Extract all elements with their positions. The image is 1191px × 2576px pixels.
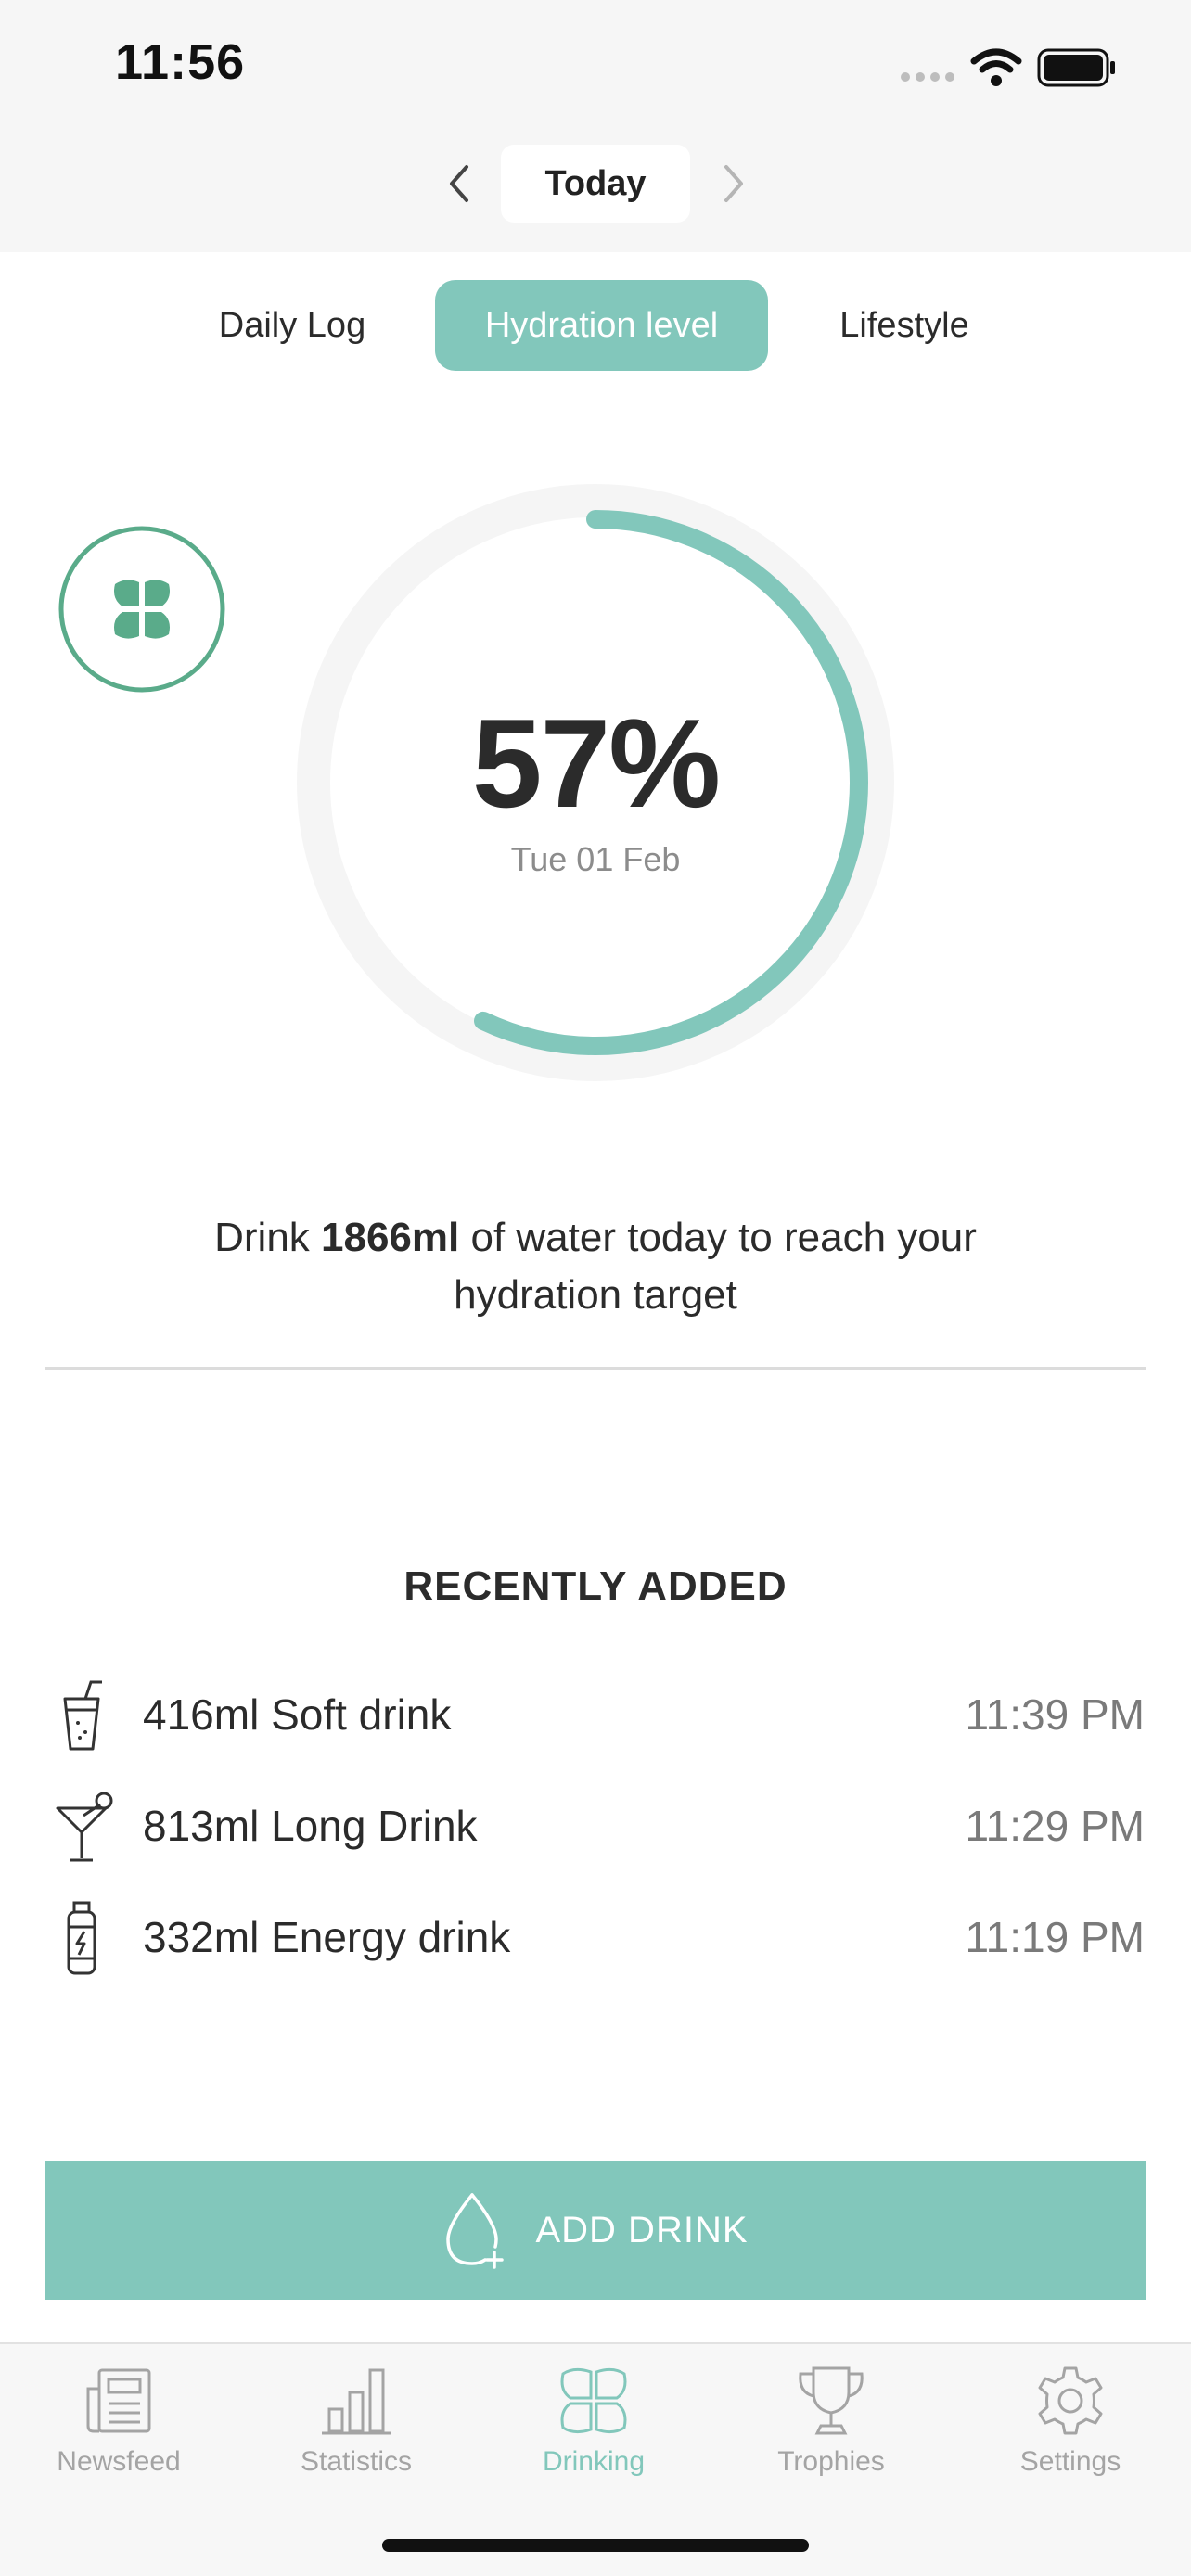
battery-icon	[1037, 48, 1117, 87]
hydration-date: Tue 01 Feb	[510, 840, 681, 878]
next-day-button[interactable]	[705, 156, 761, 211]
trophy-icon	[799, 2366, 864, 2435]
add-drink-label: ADD DRINK	[535, 2209, 749, 2251]
energy-drink-icon	[67, 1901, 96, 1975]
app-screen: 11:56 Today Daily Log Hydration level Li…	[0, 0, 1191, 2576]
nav-label: Drinking	[542, 2446, 646, 2477]
gear-icon	[1038, 2366, 1103, 2435]
nav-label: Statistics	[300, 2446, 413, 2477]
clover-icon	[560, 2367, 627, 2434]
nav-label: Trophies	[777, 2446, 885, 2477]
tab-lifestyle[interactable]: Lifestyle	[803, 280, 1005, 371]
add-drink-button[interactable]: ADD DRINK	[45, 2161, 1146, 2300]
newspaper-icon	[86, 2368, 151, 2433]
tab-hydration-level[interactable]: Hydration level	[435, 280, 768, 371]
home-indicator[interactable]	[382, 2539, 809, 2552]
drink-name: 332ml Energy drink	[143, 1913, 511, 1961]
list-item[interactable]: 416ml Soft drink 11:39 PM	[0, 1669, 1191, 1762]
wifi-icon	[970, 46, 1022, 87]
list-item[interactable]: 813ml Long Drink 11:29 PM	[0, 1780, 1191, 1873]
nav-drinking[interactable]: Drinking	[492, 2361, 696, 2491]
hydration-percent: 57%	[471, 693, 721, 834]
list-item[interactable]: 332ml Energy drink 11:19 PM	[0, 1892, 1191, 1984]
drink-time: 11:29 PM	[965, 1802, 1145, 1850]
cocktail-icon	[56, 1792, 113, 1862]
nav-label: Newsfeed	[57, 2446, 181, 2477]
signal-icon	[900, 70, 959, 83]
hydration-message: Drink 1866ml of water today to reach you…	[214, 1215, 977, 1318]
recently-added-title: RECENTLY ADDED	[403, 1563, 788, 1609]
status-time: 11:56	[115, 34, 246, 90]
nav-label: Settings	[1019, 2446, 1121, 2477]
chevron-right-icon	[724, 165, 743, 202]
drink-name: 813ml Long Drink	[143, 1802, 478, 1850]
nav-trophies[interactable]: Trophies	[729, 2361, 933, 2491]
divider	[45, 1367, 1146, 1370]
nav-statistics[interactable]: Statistics	[254, 2361, 458, 2491]
droplet-plus-icon	[446, 2193, 505, 2269]
prev-day-button[interactable]	[432, 156, 488, 211]
drink-time: 11:39 PM	[965, 1690, 1145, 1739]
drink-name: 416ml Soft drink	[143, 1690, 452, 1739]
date-selector[interactable]: Today	[501, 145, 690, 223]
soft-drink-icon	[63, 1680, 102, 1751]
chevron-left-icon	[450, 165, 468, 202]
tab-daily-log[interactable]: Daily Log	[186, 280, 399, 371]
drink-time: 11:19 PM	[965, 1913, 1145, 1961]
nav-settings[interactable]: Settings	[968, 2361, 1172, 2491]
nav-newsfeed[interactable]: Newsfeed	[17, 2361, 221, 2491]
bar-chart-icon	[322, 2368, 391, 2435]
clover-badge-icon[interactable]	[58, 525, 226, 694]
target-amount: 1866ml	[321, 1215, 460, 1260]
